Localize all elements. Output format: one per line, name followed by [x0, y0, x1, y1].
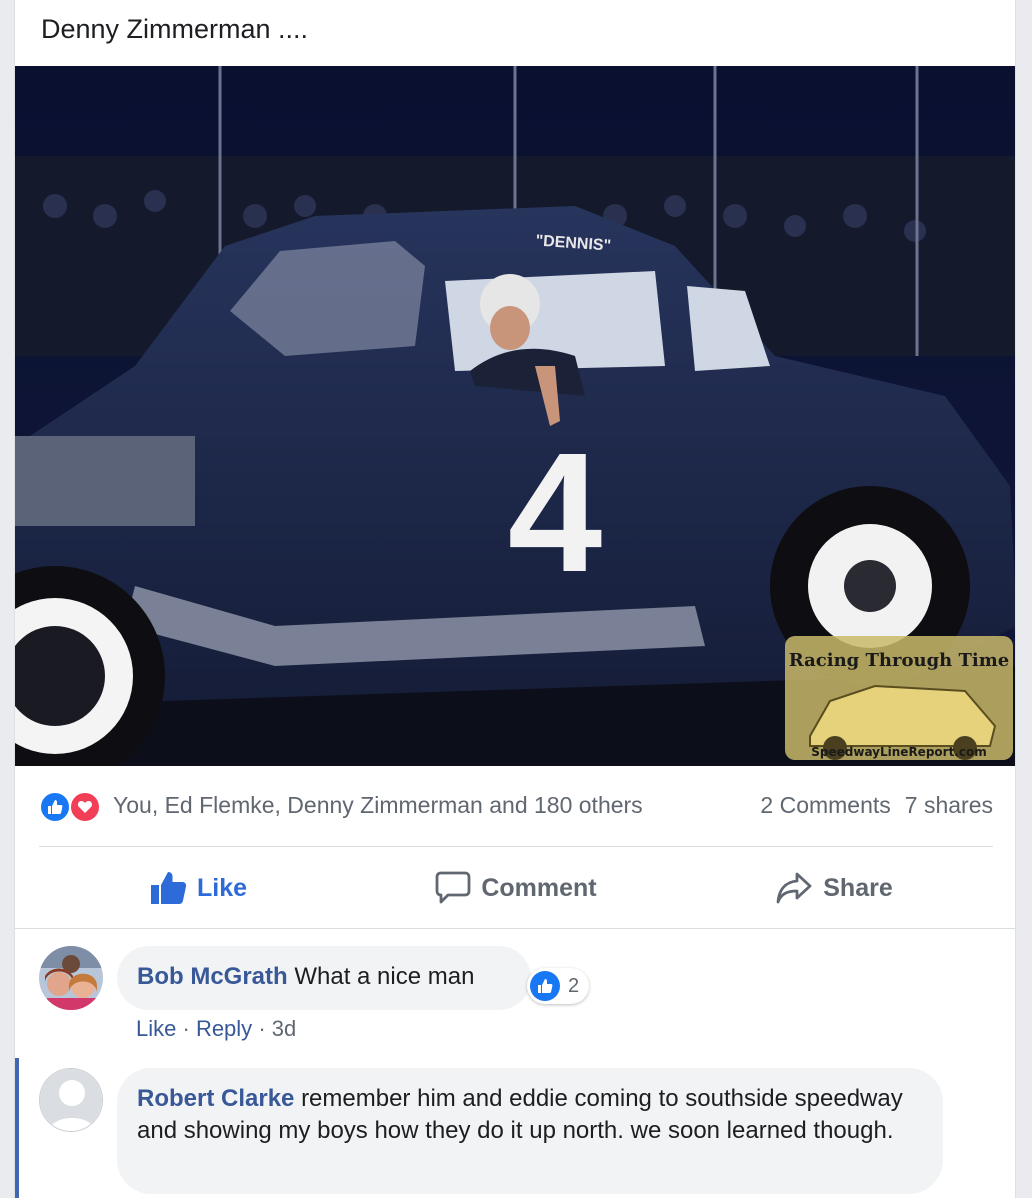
svg-text:Racing Through Time: Racing Through Time — [789, 650, 1010, 671]
comment-meta: Like · Reply · 3d — [136, 1016, 296, 1042]
comment-text: What a nice man — [294, 963, 475, 990]
avatar-placeholder[interactable] — [39, 1068, 103, 1132]
comment-label: Comment — [481, 873, 597, 902]
speech-bubble-icon — [435, 871, 471, 904]
comment-author-link[interactable]: Robert Clarke — [137, 1085, 294, 1112]
comment-bubble: Robert Clarke remember him and eddie com… — [117, 1068, 943, 1194]
reaction-icons[interactable] — [39, 791, 109, 823]
post-actions: Like Comment Share — [39, 848, 993, 928]
comment-bubble: Bob McGrath What a nice man — [117, 946, 531, 1010]
comment-timestamp[interactable]: 3d — [272, 1016, 296, 1041]
reply-thread-indicator — [15, 1058, 19, 1198]
comment-button[interactable]: Comment — [357, 848, 675, 928]
like-reaction-icon — [530, 971, 560, 1001]
share-arrow-icon — [776, 872, 812, 904]
post-photo[interactable]: 4 "DENNIS" Racing Through Time SpeedwayL… — [15, 66, 1015, 766]
thumbs-up-icon — [150, 872, 187, 904]
comment-reply-link[interactable]: Reply — [196, 1016, 252, 1041]
reactor-names-link[interactable]: You, Ed Flemke, Denny Zimmerman and 180 … — [113, 792, 643, 819]
reaction-stats: You, Ed Flemke, Denny Zimmerman and 180 … — [39, 786, 993, 826]
like-button[interactable]: Like — [39, 848, 357, 928]
love-reaction-icon — [69, 791, 101, 823]
divider — [15, 928, 1015, 929]
divider — [39, 846, 993, 847]
share-button[interactable]: Share — [675, 848, 993, 928]
meta-separator: · — [182, 1016, 196, 1041]
comment-reaction-badge[interactable]: 2 — [527, 968, 590, 1004]
post-text: Denny Zimmerman .... — [41, 14, 309, 44]
comments-count-link[interactable]: 2 Comments — [760, 792, 890, 819]
like-label: Like — [196, 873, 248, 902]
reaction-count: 2 — [568, 974, 580, 997]
avatar[interactable] — [39, 946, 103, 1010]
comment-author-link[interactable]: Bob McGrath — [137, 963, 288, 990]
race-car-photo: 4 "DENNIS" Racing Through Time SpeedwayL… — [15, 66, 1015, 766]
car-number: 4 — [508, 418, 603, 608]
like-reaction-icon — [39, 791, 71, 823]
share-label: Share — [823, 873, 893, 902]
shares-count-link[interactable]: 7 shares — [905, 792, 993, 819]
comment-like-link[interactable]: Like — [136, 1016, 176, 1041]
watermark-logo: Racing Through Time SpeedwayLineReport.c… — [785, 636, 1013, 760]
meta-separator: · — [258, 1016, 272, 1041]
svg-text:SpeedwayLineReport.com: SpeedwayLineReport.com — [811, 745, 986, 759]
post-card: Denny Zimmerman .... 4 "DENNIS" Racing T… — [14, 0, 1016, 1198]
